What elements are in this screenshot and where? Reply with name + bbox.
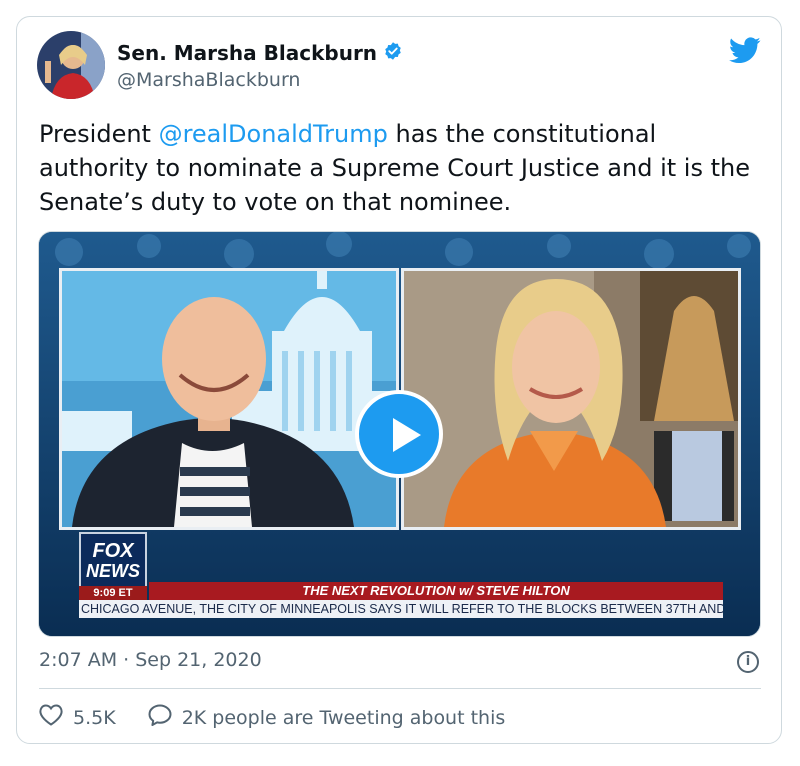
tweet-text-start: President: [39, 120, 159, 148]
info-icon[interactable]: i: [737, 651, 759, 673]
speech-bubble-icon: [148, 704, 172, 731]
twitter-bird-icon[interactable]: [729, 37, 761, 68]
author-name-row[interactable]: Sen. Marsha Blackburn: [117, 41, 403, 65]
video-panel-guest: [401, 268, 741, 530]
author-handle[interactable]: @MarshaBlackburn: [117, 69, 300, 91]
like-count: 5.5K: [73, 706, 116, 729]
tweeting-text: 2K people are Tweeting about this: [181, 706, 506, 729]
video-panel-host: [59, 268, 399, 530]
tweet-card: Sen. Marsha Blackburn @MarshaBlackburn P…: [16, 16, 782, 744]
tweet-actions: 5.5K 2K people are Tweeting about this: [39, 704, 505, 731]
fox-logo-line2: NEWS: [86, 561, 140, 581]
broadcast-time: 9:09 ET: [79, 586, 147, 600]
mention-link[interactable]: @realDonaldTrump: [159, 120, 388, 148]
news-ticker: CHICAGO AVENUE, THE CITY OF MINNEAPOLIS …: [79, 600, 723, 618]
video-player[interactable]: FOX NEWS 9:09 ET THE NEXT REVOLUTION w/ …: [38, 231, 761, 637]
like-button[interactable]: 5.5K: [39, 704, 116, 731]
avatar[interactable]: [37, 31, 105, 99]
play-button[interactable]: [355, 390, 443, 478]
verified-badge-icon: [383, 41, 403, 65]
divider: [39, 688, 761, 689]
tweet-timestamp[interactable]: 2:07 AM · Sep 21, 2020: [39, 649, 262, 671]
show-title-bar: THE NEXT REVOLUTION w/ STEVE HILTON: [149, 582, 723, 600]
heart-icon: [39, 704, 63, 731]
tweeting-link[interactable]: 2K people are Tweeting about this: [148, 704, 506, 731]
author-name[interactable]: Sen. Marsha Blackburn: [117, 41, 377, 65]
fox-logo-line1: FOX: [92, 540, 134, 562]
tweet-text: President @realDonaldTrump has the const…: [39, 117, 759, 219]
